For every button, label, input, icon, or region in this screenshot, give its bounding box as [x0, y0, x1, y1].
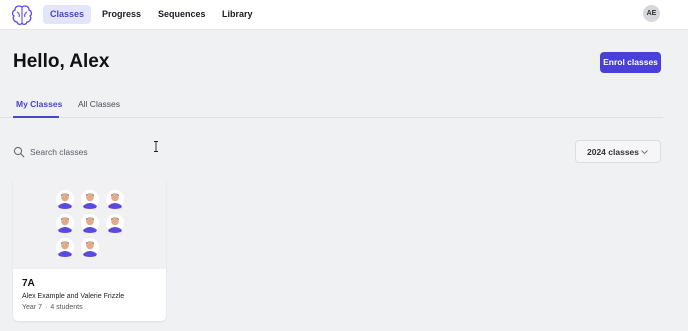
- student-avatar: [56, 214, 74, 233]
- student-avatar: [106, 190, 124, 209]
- class-year: Year 7: [22, 304, 42, 311]
- nav-library[interactable]: Library: [215, 5, 260, 24]
- student-avatar: [81, 214, 99, 233]
- class-student-count: 4 students: [50, 304, 83, 311]
- students-illustration: [56, 190, 124, 257]
- brain-logo-icon[interactable]: [11, 4, 33, 26]
- student-avatar: [56, 190, 74, 209]
- class-teachers: Alex Example and Valerie Frizzle: [22, 293, 125, 300]
- class-illustration: [13, 176, 166, 269]
- year-filter-dropdown[interactable]: 2024 classes: [575, 140, 661, 163]
- nav-classes[interactable]: Classes: [43, 5, 92, 24]
- enrol-classes-button[interactable]: Enrol classes: [600, 52, 661, 73]
- student-avatar: [81, 190, 99, 209]
- page-title: Hello, Alex: [13, 51, 110, 72]
- chevron-down-icon: [641, 150, 648, 155]
- active-tab-indicator: [13, 116, 59, 118]
- class-name: 7A: [22, 278, 35, 289]
- student-avatar: [81, 238, 99, 257]
- top-navigation-bar: Classes Progress Sequences Library AE: [0, 0, 688, 30]
- meta-separator: ·: [44, 304, 48, 311]
- student-avatar: [106, 214, 124, 233]
- class-meta: Year 7 · 4 students: [22, 304, 83, 311]
- search-input[interactable]: [30, 145, 140, 159]
- class-card[interactable]: 7A Alex Example and Valerie Frizzle Year…: [13, 176, 166, 321]
- tab-my-classes[interactable]: My Classes: [16, 99, 62, 109]
- tab-all-classes[interactable]: All Classes: [78, 99, 120, 109]
- year-filter-value: 2024 classes: [587, 147, 639, 157]
- search-icon: [13, 146, 25, 158]
- user-avatar[interactable]: AE: [643, 5, 660, 22]
- text-cursor-icon: [154, 141, 158, 152]
- nav-progress[interactable]: Progress: [95, 5, 148, 24]
- nav-sequences[interactable]: Sequences: [151, 5, 213, 24]
- student-avatar: [56, 238, 74, 257]
- tabs-divider: [0, 117, 663, 118]
